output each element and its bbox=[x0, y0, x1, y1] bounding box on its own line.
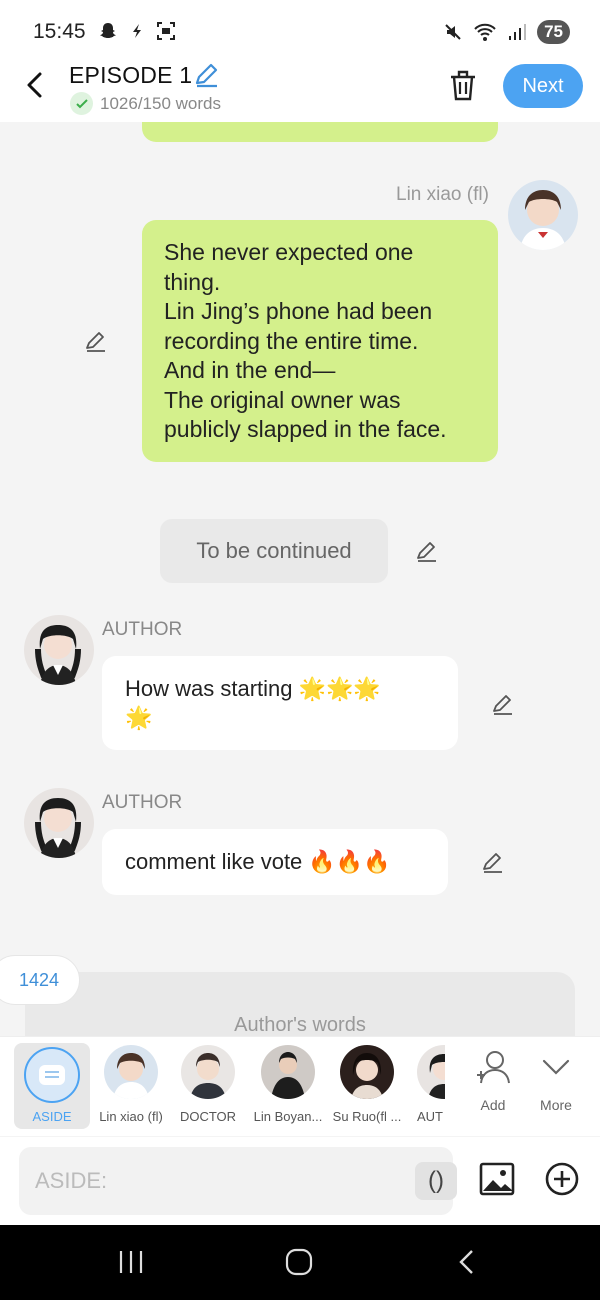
character-su-ruo[interactable]: Su Ruo(fl ... bbox=[329, 1045, 405, 1124]
previous-message-bubble[interactable] bbox=[142, 122, 498, 142]
character-label: AUT bbox=[417, 1109, 443, 1124]
home-icon[interactable] bbox=[285, 1248, 313, 1276]
edit-icon[interactable] bbox=[491, 692, 515, 716]
avatar bbox=[340, 1045, 394, 1099]
character-label: ASIDE bbox=[32, 1109, 72, 1124]
aside-icon bbox=[24, 1047, 80, 1103]
add-label: Add bbox=[480, 1097, 506, 1113]
message-bubble[interactable]: comment like vote 🔥🔥🔥 bbox=[102, 829, 448, 895]
avatar[interactable] bbox=[508, 180, 578, 250]
character-label: DOCTOR bbox=[179, 1109, 237, 1124]
parenthesis-button[interactable]: () bbox=[415, 1162, 457, 1200]
message-input[interactable] bbox=[35, 1161, 395, 1201]
speaker-name: AUTHOR bbox=[102, 792, 183, 813]
screenshot-icon bbox=[157, 22, 175, 40]
message-bubble[interactable]: How was starting 🌟🌟🌟 🌟 bbox=[102, 656, 458, 750]
message-line: comment like vote 🔥🔥🔥 bbox=[125, 849, 391, 874]
word-count: 1026/150 words bbox=[100, 94, 221, 113]
message-line: 🌟 bbox=[125, 705, 153, 730]
character-label: Lin xiao (fl) bbox=[99, 1109, 163, 1124]
add-character-button[interactable]: Add bbox=[463, 1047, 523, 1113]
edit-icon[interactable] bbox=[84, 329, 108, 353]
episode-title: EPISODE 1 bbox=[69, 62, 193, 88]
character-label: Su Ruo(fl ... bbox=[332, 1109, 402, 1124]
avatar bbox=[417, 1045, 445, 1099]
character-doctor[interactable]: DOCTOR bbox=[170, 1045, 246, 1124]
battery-indicator: 75 bbox=[537, 20, 570, 44]
avatar bbox=[181, 1045, 235, 1099]
message-line: She never expected one bbox=[164, 239, 414, 265]
message-input-box: () bbox=[19, 1147, 457, 1215]
message-line: And in the end— bbox=[164, 357, 336, 383]
speaker-name: AUTHOR bbox=[102, 619, 183, 640]
system-nav-bar bbox=[0, 1225, 600, 1300]
back-icon[interactable] bbox=[22, 70, 48, 100]
author-avatar[interactable] bbox=[24, 615, 94, 685]
message-line: The original owner was bbox=[164, 386, 401, 413]
nav-back-icon[interactable] bbox=[455, 1249, 479, 1275]
more-label: More bbox=[540, 1097, 572, 1113]
edit-icon[interactable] bbox=[481, 850, 505, 874]
trash-icon[interactable] bbox=[448, 68, 478, 102]
character-label: Lin Boyan... bbox=[253, 1109, 323, 1124]
episode-header: EPISODE 1 1026/150 words Next bbox=[0, 56, 600, 122]
message-bubble[interactable]: She never expected one thing. Lin Jing’s… bbox=[142, 220, 498, 462]
message-line: thing. bbox=[164, 268, 221, 295]
image-icon[interactable] bbox=[479, 1161, 515, 1197]
input-row: () bbox=[0, 1137, 600, 1225]
authors-words-box[interactable]: Author's words bbox=[25, 972, 575, 1036]
chat-area[interactable]: Lin xiao (fl) She never expected one thi… bbox=[0, 122, 600, 1036]
avatar bbox=[261, 1045, 315, 1099]
charging-icon bbox=[133, 24, 141, 38]
snapchat-icon bbox=[100, 23, 116, 38]
to-be-continued-bubble[interactable]: To be continued bbox=[160, 519, 388, 583]
message-line: publicly slapped in the face. bbox=[164, 416, 447, 442]
count-badge[interactable]: 1424 bbox=[0, 955, 80, 1005]
character-lin-boyan[interactable]: Lin Boyan... bbox=[250, 1045, 326, 1124]
plus-circle-icon[interactable] bbox=[544, 1161, 580, 1197]
wifi-icon bbox=[474, 23, 496, 41]
edit-icon[interactable] bbox=[415, 539, 439, 563]
speaker-name: Lin xiao (fl) bbox=[396, 184, 489, 205]
add-user-icon bbox=[477, 1051, 510, 1084]
chevron-down-icon bbox=[542, 1059, 570, 1075]
mute-icon bbox=[445, 24, 461, 40]
character-aside[interactable]: ASIDE bbox=[14, 1043, 90, 1129]
signal-icon bbox=[509, 24, 527, 40]
message-line: recording the entire time. bbox=[164, 327, 419, 354]
next-button[interactable]: Next bbox=[503, 64, 583, 108]
character-strip: ASIDE Lin xiao (fl) DOCTOR Lin Boyan... … bbox=[0, 1036, 600, 1136]
character-lin-xiao[interactable]: Lin xiao (fl) bbox=[93, 1045, 169, 1124]
message-line: Lin Jing’s phone had been bbox=[164, 298, 433, 324]
character-author[interactable]: AUT bbox=[403, 1045, 445, 1124]
status-time: 15:45 bbox=[33, 20, 86, 43]
recents-icon[interactable] bbox=[118, 1249, 144, 1275]
message-line: How was starting 🌟🌟🌟 bbox=[125, 676, 381, 701]
more-button[interactable]: More bbox=[526, 1047, 586, 1113]
check-icon bbox=[70, 92, 93, 115]
status-bar: 15:45 75 bbox=[0, 0, 600, 62]
pencil-icon[interactable] bbox=[193, 62, 221, 88]
author-avatar[interactable] bbox=[24, 788, 94, 858]
avatar bbox=[104, 1045, 158, 1099]
